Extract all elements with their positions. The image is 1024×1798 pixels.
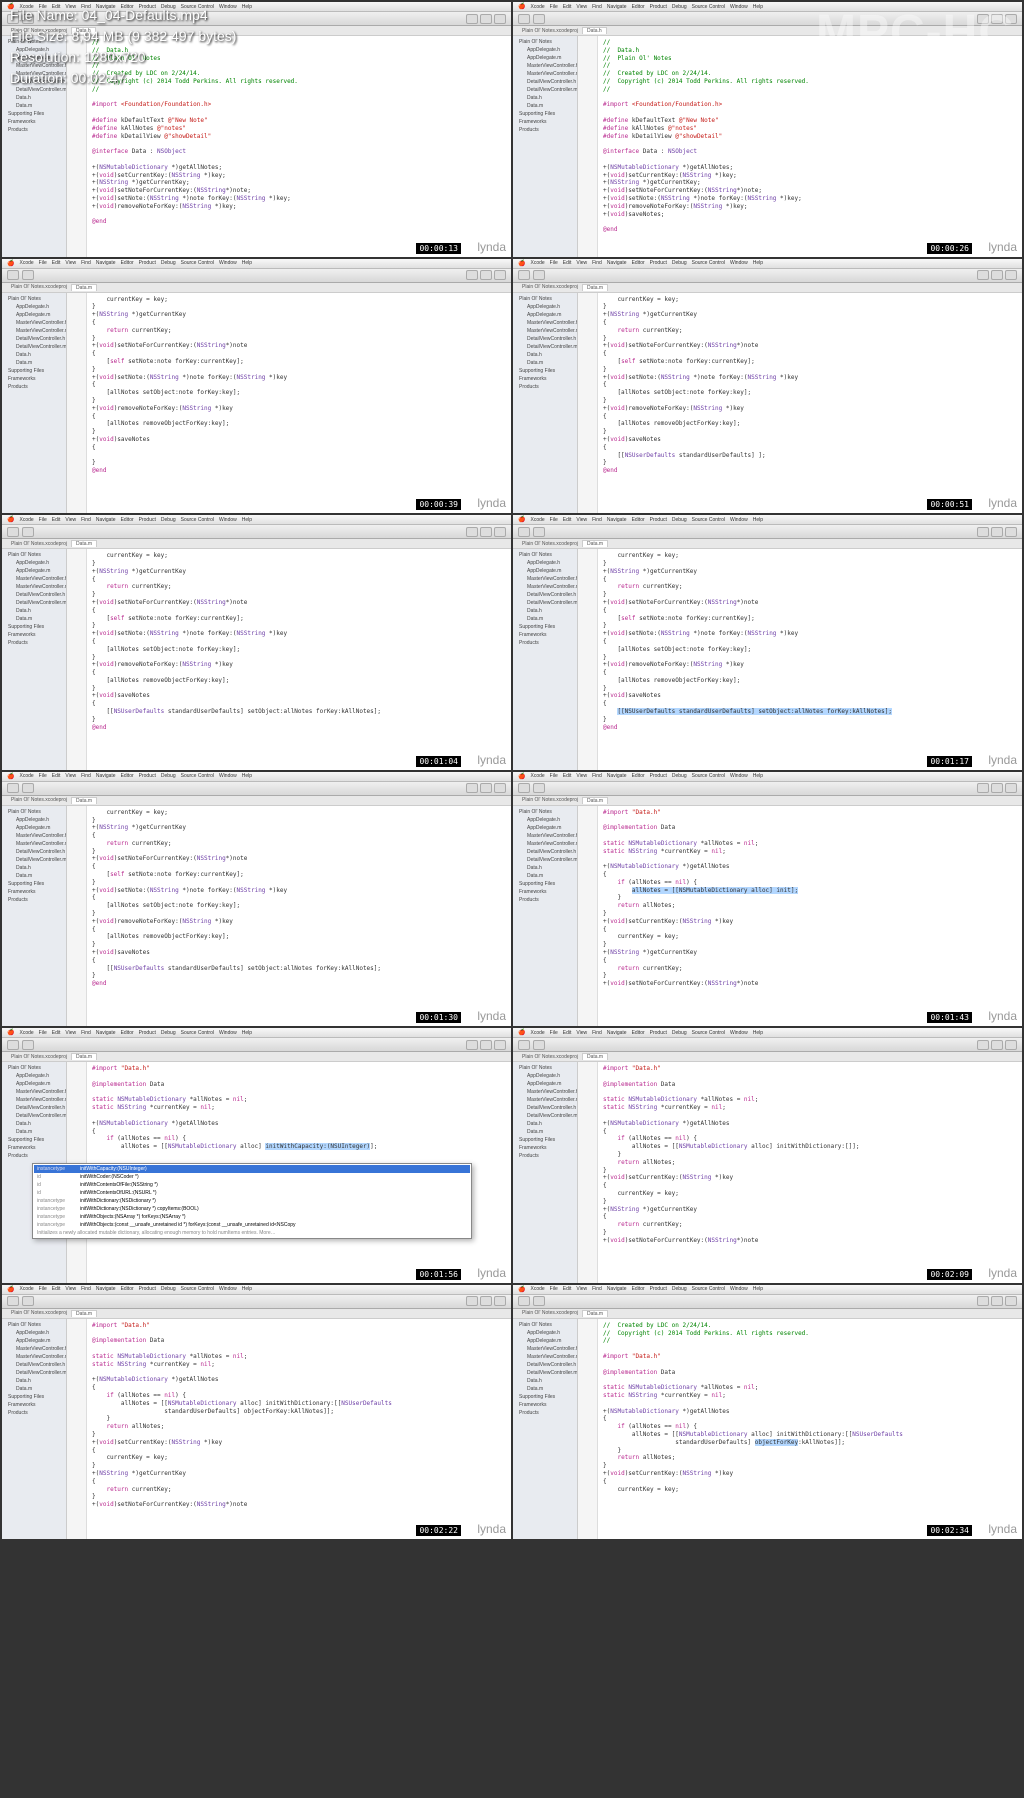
thumbnail-frame: 🍎XcodeFileEditViewFindNavigateEditorProd… [2, 515, 511, 770]
thumbnail-frame: 🍎XcodeFileEditViewFindNavigateEditorProd… [513, 259, 1022, 514]
autocomplete-popup[interactable]: instancetypeinitWithCapacity:(NSUInteger… [32, 1163, 472, 1239]
thumbnail-frame: 🍎XcodeFileEditViewFindNavigateEditorProd… [2, 772, 511, 1027]
thumbnail-frame: 🍎XcodeFileEditViewFindNavigateEditorProd… [513, 1285, 1022, 1540]
watermark: MPC-HC [816, 5, 1014, 60]
lynda-watermark: lynda [477, 240, 506, 254]
thumbnail-grid: 🍎 XcodeFileEditViewFindNavigateEditorPro… [0, 0, 1024, 1798]
thumbnail-frame: 🍎XcodeFileEditViewFindNavigateEditorProd… [513, 515, 1022, 770]
thumbnail-frame: 🍎XcodeFileEditViewFindNavigateEditorProd… [513, 1028, 1022, 1283]
thumbnail-frame: 🍎XcodeFileEditViewFindNavigateEditorProd… [2, 1028, 511, 1283]
timestamp: 00:00:13 [416, 243, 461, 254]
file-info-overlay: File Name: 04_04-Defaults.mp4 File Size:… [10, 5, 236, 89]
thumbnail-frame: 🍎XcodeFileEditViewFindNavigateEditorProd… [2, 1285, 511, 1540]
thumbnail-frame: 🍎XcodeFileEditViewFindNavigateEditorProd… [2, 259, 511, 514]
thumbnail-frame: 🍎XcodeFileEditViewFindNavigateEditorProd… [513, 772, 1022, 1027]
